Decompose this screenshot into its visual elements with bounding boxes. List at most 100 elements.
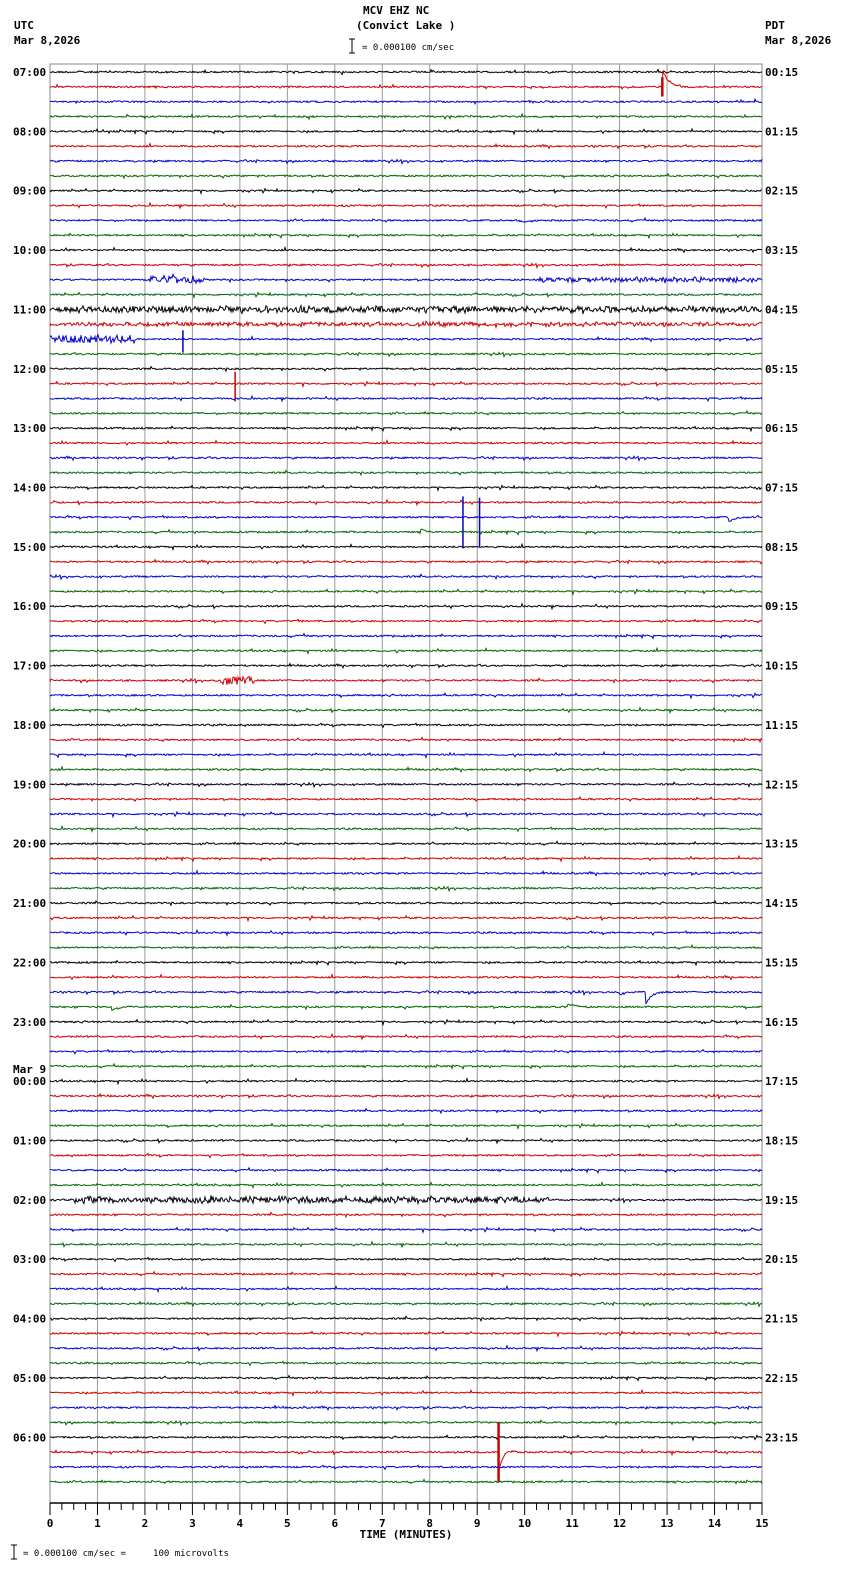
- trace-line: [49, 1166, 763, 1174]
- trace-line: [49, 1107, 763, 1115]
- x-tick-label: 14: [708, 1517, 722, 1530]
- utc-hour-label: 14:00: [13, 482, 46, 495]
- trace-line: [49, 914, 763, 923]
- trace-line: [49, 588, 763, 596]
- pdt-hour-label: 03:15: [765, 244, 798, 257]
- pdt-hour-label: 04:15: [765, 303, 798, 316]
- pdt-hour-label: 21:15: [765, 1313, 798, 1326]
- trace-line: [49, 409, 763, 416]
- trace-line: [49, 542, 763, 552]
- pdt-hour-label: 11:15: [765, 719, 798, 732]
- trace-line: [49, 425, 763, 433]
- pdt-hour-label: 10:15: [765, 660, 798, 673]
- utc-hour-label: 05:00: [13, 1372, 46, 1385]
- trace-line: [49, 706, 763, 715]
- trace-line: [49, 112, 763, 121]
- pdt-hour-label: 20:15: [765, 1253, 798, 1266]
- trace-line: [49, 1003, 763, 1012]
- trace-line: [49, 840, 763, 847]
- trace-line: [49, 1344, 763, 1353]
- trace-line: [49, 750, 763, 759]
- utc-hour-label: 23:00: [13, 1016, 46, 1029]
- trace-line: [49, 1092, 763, 1100]
- pdt-hour-label: 23:15: [765, 1431, 798, 1444]
- utc-hour-label: 16:00: [13, 600, 46, 613]
- trace-line: [49, 97, 763, 105]
- x-tick-label: 2: [142, 1517, 149, 1530]
- pdt-hour-label: 15:15: [765, 956, 798, 969]
- trace-line: [49, 1077, 763, 1086]
- trace-line: [49, 1330, 763, 1338]
- x-tick-label: 13: [660, 1517, 673, 1530]
- trace-line: [49, 1388, 763, 1397]
- x-tick-label: 3: [189, 1517, 196, 1530]
- pdt-hour-label: 18:15: [765, 1134, 798, 1147]
- trace-line: [49, 1240, 763, 1249]
- trace-line: [49, 1032, 763, 1041]
- utc-hour-label: 19:00: [13, 778, 46, 791]
- trace-line: [49, 1315, 763, 1323]
- trace-line: [49, 469, 763, 477]
- x-tick-label: 5: [284, 1517, 291, 1530]
- utc-hour-label: 20:00: [13, 838, 46, 851]
- trace-line: [49, 1478, 763, 1485]
- trace-line: [49, 528, 763, 536]
- trace-line: [49, 187, 763, 196]
- trace-line: [49, 394, 763, 403]
- utc-hour-label: 13:00: [13, 422, 46, 435]
- trace-line: [49, 1122, 763, 1130]
- pdt-hour-label: 14:15: [765, 897, 798, 910]
- utc-hour-label: 06:00: [13, 1431, 46, 1444]
- utc-hour-label: 22:00: [13, 956, 46, 969]
- x-axis-label: TIME (MINUTES): [360, 1528, 453, 1541]
- utc-hour-label: 07:00: [13, 66, 46, 79]
- trace-line: [49, 573, 763, 581]
- trace-line: [49, 1374, 763, 1382]
- trace-line: [49, 1211, 763, 1219]
- utc-hour-label: 15:00: [13, 541, 46, 554]
- trace-line: [49, 262, 763, 269]
- trace-line: [49, 201, 763, 210]
- pdt-hour-label: 19:15: [765, 1194, 798, 1207]
- utc-hour-label: 21:00: [13, 897, 46, 910]
- trace-line: [50, 68, 762, 76]
- pdt-hour-label: 09:15: [765, 600, 798, 613]
- seismogram-plot: 07:00 08:00 09:00 10:00 11:00 12:00 13:00 14:00…: [11, 38, 798, 1560]
- trace-line: [49, 1062, 763, 1071]
- pdt-hour-label: 08:15: [765, 541, 798, 554]
- trace-line: [49, 869, 763, 877]
- trace-line: [49, 1404, 763, 1411]
- trace-line: [49, 1270, 763, 1278]
- utc-hour-label: 18:00: [13, 719, 46, 732]
- trace-line: [49, 618, 763, 625]
- trace-line: [49, 273, 763, 285]
- utc-hour-label: 17:00: [13, 660, 46, 673]
- trace-line: [49, 1360, 763, 1367]
- trace-line: [49, 291, 763, 299]
- x-tick-label: 4: [237, 1517, 244, 1530]
- utc-hour-label: 00:00: [13, 1075, 46, 1088]
- pdt-hour-label: 22:15: [765, 1372, 798, 1385]
- pdt-hour-label: 17:15: [765, 1075, 798, 1088]
- trace-line: [49, 899, 763, 907]
- trace-line: [49, 795, 763, 803]
- trace-line: [49, 1226, 763, 1234]
- trace-line: [49, 1018, 763, 1027]
- trace-line: [49, 1152, 763, 1159]
- trace-line: [49, 70, 763, 90]
- utc-hour-label: 03:00: [13, 1253, 46, 1266]
- pdt-hour-label: 16:15: [765, 1016, 798, 1029]
- trace-line: [49, 172, 763, 180]
- trace-line: [49, 303, 763, 315]
- utc-hour-label: 11:00: [13, 303, 46, 316]
- footer-scale-bar-icon: [11, 1544, 17, 1560]
- x-tick-label: 11: [566, 1517, 580, 1530]
- trace-line: [49, 646, 763, 655]
- pdt-hour-label: 01:15: [765, 125, 798, 138]
- trace-line: [49, 438, 763, 446]
- trace-line: [49, 245, 763, 254]
- trace-line: [49, 1284, 763, 1294]
- trace-line: [49, 1464, 763, 1471]
- trace-line: [50, 736, 763, 744]
- trace-line: [49, 989, 763, 1006]
